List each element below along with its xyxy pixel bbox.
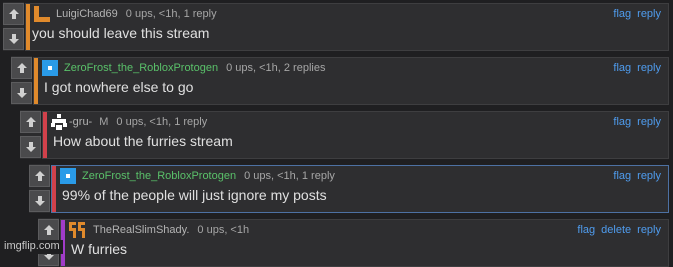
- comment-header: LuigiChad69 0 ups, <1h, 1 reply: [56, 8, 217, 21]
- comment-box-highlighted: ZeroFrost_the_RobloxProtogen 0 ups, <1h, …: [51, 165, 669, 213]
- comment-box: -gru- M 0 ups, <1h, 1 reply flag reply How …: [42, 111, 669, 159]
- user-avatar-icon[interactable]: [34, 6, 50, 22]
- username-link[interactable]: LuigiChad69: [56, 8, 118, 20]
- comment-1: LuigiChad69 0 ups, <1h, 1 reply flag reply…: [3, 2, 669, 51]
- thread-bar: [43, 112, 47, 158]
- arrow-up-icon: [16, 63, 27, 73]
- comment-text: W furries: [71, 241, 127, 257]
- vote-column: [11, 56, 32, 105]
- comment-text: you should leave this stream: [32, 25, 210, 41]
- comment-text: I got nowhere else to go: [44, 79, 194, 95]
- flag-link[interactable]: flag: [613, 170, 631, 182]
- comment-meta: 0 ups, <1h, 1 reply: [125, 8, 217, 20]
- upvote-button[interactable]: [11, 57, 32, 79]
- flag-link[interactable]: flag: [613, 8, 631, 20]
- comment-meta: 0 ups, <1h, 2 replies: [226, 62, 326, 74]
- arrow-down-icon: [8, 34, 19, 44]
- arrow-down-icon: [25, 142, 36, 152]
- username-link[interactable]: -gru-: [69, 116, 92, 128]
- flag-link[interactable]: flag: [577, 224, 595, 236]
- user-avatar-icon[interactable]: [42, 60, 58, 76]
- comment-meta: 0 ups, <1h, 1 reply: [116, 116, 208, 128]
- thread-bar: [26, 4, 30, 50]
- comment-text: How about the furries stream: [53, 133, 233, 149]
- arrow-up-icon: [25, 117, 36, 127]
- username-link[interactable]: ZeroFrost_the_RobloxProtogen: [64, 62, 218, 74]
- delete-link[interactable]: delete: [601, 224, 631, 236]
- username-link[interactable]: TheRealSlimShady.: [93, 224, 189, 236]
- downvote-button[interactable]: [20, 136, 41, 158]
- comment-2: ZeroFrost_the_RobloxProtogen 0 ups, <1h, …: [11, 56, 669, 105]
- comment-5: TheRealSlimShady. 0 ups, <1h flag delete re…: [38, 218, 669, 267]
- reply-link[interactable]: reply: [637, 170, 661, 182]
- comment-meta: 0 ups, <1h, 1 reply: [244, 170, 335, 182]
- imgflip-watermark: imgflip.com: [0, 240, 63, 254]
- downvote-button[interactable]: [29, 190, 50, 212]
- arrow-down-icon: [16, 88, 27, 98]
- arrow-down-icon: [34, 196, 45, 206]
- upvote-button[interactable]: [3, 3, 24, 25]
- comment-header: ZeroFrost_the_RobloxProtogen 0 ups, <1h, …: [82, 170, 335, 183]
- comment-header: TheRealSlimShady. 0 ups, <1h: [93, 224, 249, 237]
- comment-box: TheRealSlimShady. 0 ups, <1h flag delete re…: [60, 219, 669, 267]
- comment-actions: flag reply: [607, 116, 661, 129]
- arrow-up-icon: [34, 171, 45, 181]
- reply-link[interactable]: reply: [637, 8, 661, 20]
- thread-bar: [34, 58, 38, 104]
- comment-actions: flag reply: [607, 8, 661, 21]
- comment-3: -gru- M 0 ups, <1h, 1 reply flag reply How …: [20, 110, 669, 159]
- comment-header: ZeroFrost_the_RobloxProtogen 0 ups, <1h, …: [64, 62, 325, 75]
- flag-link[interactable]: flag: [613, 116, 631, 128]
- mod-badge: M: [99, 116, 109, 128]
- upvote-button[interactable]: [29, 165, 50, 187]
- user-avatar-icon[interactable]: [69, 222, 85, 238]
- upvote-button[interactable]: [38, 219, 59, 241]
- user-avatar-icon[interactable]: [60, 168, 76, 184]
- vote-column: [20, 110, 41, 159]
- comment-text: 99% of the people will just ignore my po…: [62, 187, 327, 203]
- flag-link[interactable]: flag: [613, 62, 631, 74]
- comment-actions: flag reply: [607, 62, 661, 75]
- comment-actions: flag reply: [607, 170, 661, 183]
- comment-box: ZeroFrost_the_RobloxProtogen 0 ups, <1h, …: [33, 57, 669, 105]
- comment-actions: flag delete reply: [571, 224, 661, 237]
- reply-link[interactable]: reply: [637, 224, 661, 236]
- user-avatar-icon[interactable]: [51, 114, 67, 130]
- comment-4: ZeroFrost_the_RobloxProtogen 0 ups, <1h, …: [29, 164, 669, 213]
- downvote-button[interactable]: [11, 82, 32, 104]
- arrow-up-icon: [43, 225, 54, 235]
- username-link[interactable]: ZeroFrost_the_RobloxProtogen: [82, 170, 236, 182]
- comment-box: LuigiChad69 0 ups, <1h, 1 reply flag reply…: [25, 3, 669, 51]
- vote-column: [29, 164, 50, 213]
- comment-header: -gru- M 0 ups, <1h, 1 reply: [69, 116, 207, 129]
- downvote-button[interactable]: [3, 28, 24, 50]
- arrow-up-icon: [8, 9, 19, 19]
- vote-column: [3, 2, 24, 51]
- upvote-button[interactable]: [20, 111, 41, 133]
- reply-link[interactable]: reply: [637, 116, 661, 128]
- thread-bar: [52, 166, 56, 212]
- reply-link[interactable]: reply: [637, 62, 661, 74]
- comment-meta: 0 ups, <1h: [197, 224, 250, 236]
